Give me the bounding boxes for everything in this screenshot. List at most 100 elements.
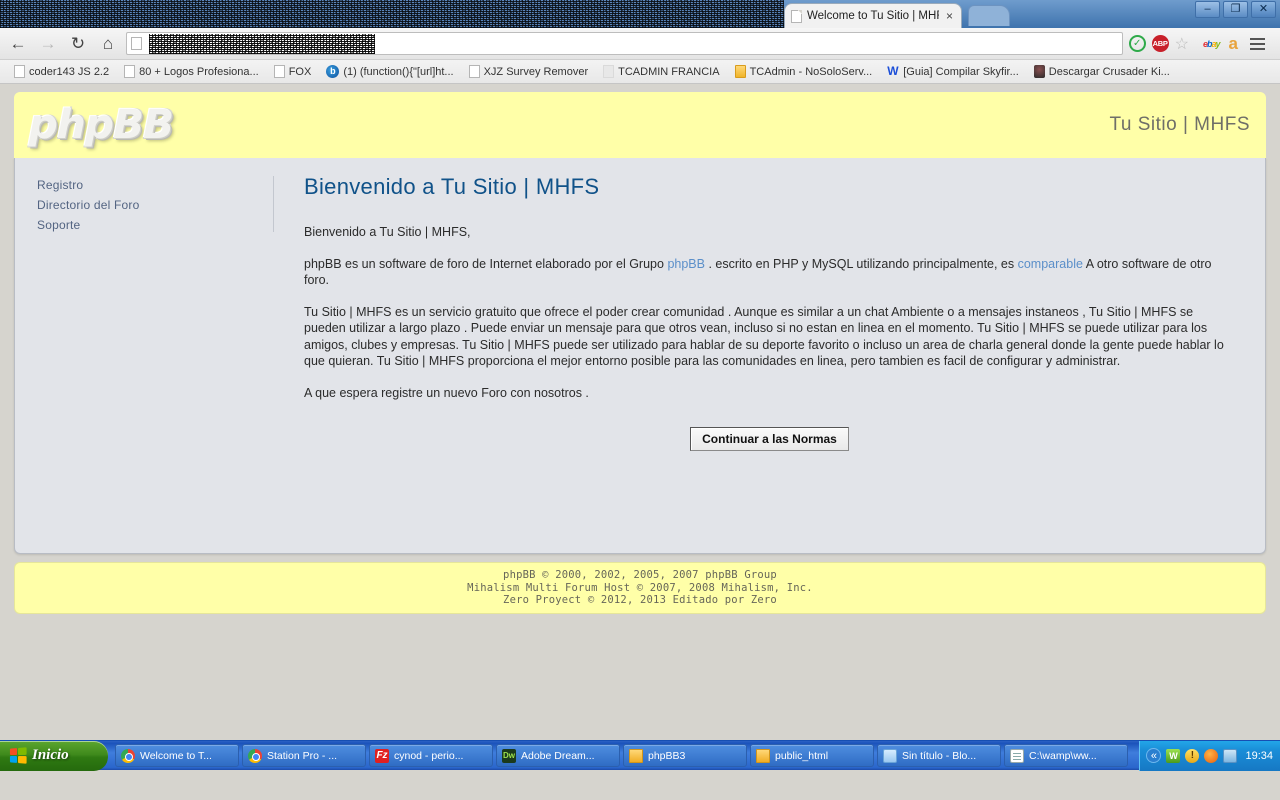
paragraph-about-phpbb: phpBB es un software de foro de Internet…: [304, 256, 1235, 289]
reload-icon[interactable]: ↻: [66, 32, 90, 56]
sidebar-item-directorio[interactable]: Directorio del Foro: [37, 198, 273, 212]
omnibox-favicon: [131, 37, 142, 50]
close-window-button[interactable]: ✕: [1251, 1, 1276, 18]
paragraph-part: phpBB es un software de foro de Internet…: [304, 257, 667, 271]
page-icon: [274, 65, 285, 78]
main-content: Bienvenido a Tu Sitio | MHFS Bienvenido …: [274, 158, 1265, 553]
taskbar-item[interactable]: Dw Adobe Dream...: [496, 744, 620, 767]
adblock-icon[interactable]: ABP: [1152, 35, 1169, 52]
bookmark-label: TCAdmin - NoSoloServ...: [750, 66, 873, 78]
taskbar-item[interactable]: C:\wamp\ww...: [1004, 744, 1128, 767]
folder-icon: [756, 749, 770, 763]
w-icon: W: [887, 65, 899, 78]
filezilla-icon: Fz: [375, 749, 389, 763]
taskbar-item[interactable]: phpBB3: [623, 744, 747, 767]
amazon-icon[interactable]: a: [1229, 37, 1238, 51]
taskbar-item[interactable]: Sin título - Blo...: [877, 744, 1001, 767]
bookmark-item[interactable]: TCAdmin - NoSoloServ...: [729, 63, 879, 80]
phpbb-logo[interactable]: phpBB: [29, 102, 174, 148]
taskbar-item-label: cynod - perio...: [394, 750, 463, 762]
browser-window: Welcome to Tu Sitio | MHFS ( × – ❐ ✕ ← →…: [0, 0, 1280, 770]
continue-button[interactable]: Continuar a las Normas: [690, 427, 849, 451]
bookmark-label: coder143 JS 2.2: [29, 66, 109, 78]
maximize-button[interactable]: ❐: [1223, 1, 1248, 18]
comparable-link[interactable]: comparable: [1018, 257, 1083, 271]
extension-icons: ebay a: [1197, 37, 1274, 51]
taskbar-item[interactable]: Fz cynod - perio...: [369, 744, 493, 767]
ebay-icon[interactable]: ebay: [1203, 39, 1220, 49]
sidebar-item-soporte[interactable]: Soporte: [37, 218, 273, 232]
footer-line-phpbb: phpBB © 2000, 2002, 2005, 2007 phpBB Gro…: [503, 569, 777, 582]
bookmark-item[interactable]: FOX: [268, 63, 318, 80]
button-row: Continuar a las Normas: [304, 427, 1235, 451]
start-label: Inicio: [32, 747, 69, 764]
folder-icon: [629, 749, 643, 763]
browser-toolbar: ← → ↻ ⌂ ✓ ABP ☆ ebay a: [0, 28, 1280, 60]
tray-expand-icon[interactable]: «: [1146, 748, 1161, 763]
wot-check-icon[interactable]: ✓: [1129, 35, 1146, 52]
tab-title: Welcome to Tu Sitio | MHFS (: [807, 10, 939, 22]
taskbar-item-label: C:\wamp\ww...: [1029, 750, 1097, 762]
windows-flag-icon: [10, 747, 27, 764]
bookmark-item[interactable]: 80 + Logos Profesiona...: [118, 63, 265, 80]
address-bar[interactable]: [126, 32, 1123, 55]
blank-icon: [603, 65, 614, 78]
bookmark-item[interactable]: W [Guia] Compilar Skyfir...: [881, 63, 1025, 80]
network-icon[interactable]: [1223, 749, 1237, 763]
bookmark-item[interactable]: Descargar Crusader Ki...: [1028, 63, 1176, 80]
dark-icon: [1034, 65, 1045, 78]
chrome-icon: [248, 749, 262, 763]
taskbar: Inicio Welcome to T... Station Pro - ...…: [0, 740, 1280, 770]
paragraph-call-to-action: A que espera registre un nuevo Foro con …: [304, 385, 1235, 402]
site-header: phpBB Tu Sitio | MHFS: [14, 92, 1266, 158]
bookmark-item[interactable]: TCADMIN FRANCIA: [597, 63, 725, 80]
folder-icon: [735, 65, 746, 78]
bookmark-star-icon[interactable]: ☆: [1175, 34, 1189, 54]
site-title: Tu Sitio | MHFS: [1109, 114, 1250, 136]
minimize-button[interactable]: –: [1195, 1, 1220, 18]
bookmark-label: 80 + Logos Profesiona...: [139, 66, 259, 78]
blue-circle-icon: b: [326, 65, 339, 78]
omnibox-actions: ✓ ABP ☆: [1129, 34, 1191, 54]
paragraph-intro: Bienvenido a Tu Sitio | MHFS,: [304, 224, 1235, 241]
paragraph-service-description: Tu Sitio | MHFS es un servicio gratuito …: [304, 304, 1235, 370]
bookmark-label: [Guia] Compilar Skyfir...: [903, 66, 1019, 78]
new-tab-button[interactable]: [968, 5, 1010, 26]
browser-tab-active[interactable]: Welcome to Tu Sitio | MHFS ( ×: [784, 3, 962, 28]
bookmark-item[interactable]: XJZ Survey Remover: [463, 63, 595, 80]
start-button[interactable]: Inicio: [0, 741, 108, 771]
warning-shield-icon[interactable]: !: [1185, 749, 1199, 763]
dreamweaver-icon: Dw: [502, 749, 516, 763]
taskbar-item-label: phpBB3: [648, 750, 685, 762]
bookmark-item[interactable]: coder143 JS 2.2: [8, 63, 115, 80]
bookmark-label: (1) (function(){"[url]ht...: [343, 66, 453, 78]
notepad-icon: [1010, 749, 1024, 763]
page-title: Bienvenido a Tu Sitio | MHFS: [304, 174, 1235, 200]
footer-line-mihalism: Mihalism Multi Forum Host © 2007, 2008 M…: [467, 582, 813, 595]
taskbar-item[interactable]: Welcome to T...: [115, 744, 239, 767]
tab-close-icon[interactable]: ×: [944, 9, 955, 23]
back-icon[interactable]: ←: [6, 32, 30, 56]
sidebar-item-registro[interactable]: Registro: [37, 178, 273, 192]
taskbar-item[interactable]: public_html: [750, 744, 874, 767]
footer-line-zero: Zero Proyect © 2012, 2013 Editado por Ze…: [503, 594, 777, 607]
sidebar-nav: Registro Directorio del Foro Soporte: [15, 158, 273, 553]
page-icon: [14, 65, 25, 78]
bookmark-label: Descargar Crusader Ki...: [1049, 66, 1170, 78]
redacted-tabs-region: [0, 0, 784, 28]
forward-icon[interactable]: →: [36, 32, 60, 56]
site-footer: phpBB © 2000, 2002, 2005, 2007 phpBB Gro…: [14, 562, 1266, 614]
chrome-menu-icon[interactable]: [1247, 38, 1268, 50]
home-icon[interactable]: ⌂: [96, 32, 120, 56]
update-icon[interactable]: [1204, 749, 1218, 763]
taskbar-item-label: Adobe Dream...: [521, 750, 595, 762]
bookmark-label: FOX: [289, 66, 312, 78]
system-tray: « W ! 19:34: [1139, 741, 1280, 771]
taskbar-item[interactable]: Station Pro - ...: [242, 744, 366, 767]
tab-strip: Welcome to Tu Sitio | MHFS ( × – ❐ ✕: [0, 0, 1280, 28]
page-icon: [469, 65, 480, 78]
taskbar-clock[interactable]: 19:34: [1242, 750, 1273, 762]
phpbb-link[interactable]: phpBB: [667, 257, 705, 271]
bookmark-item[interactable]: b (1) (function(){"[url]ht...: [320, 63, 459, 80]
wamp-icon[interactable]: W: [1166, 749, 1180, 763]
